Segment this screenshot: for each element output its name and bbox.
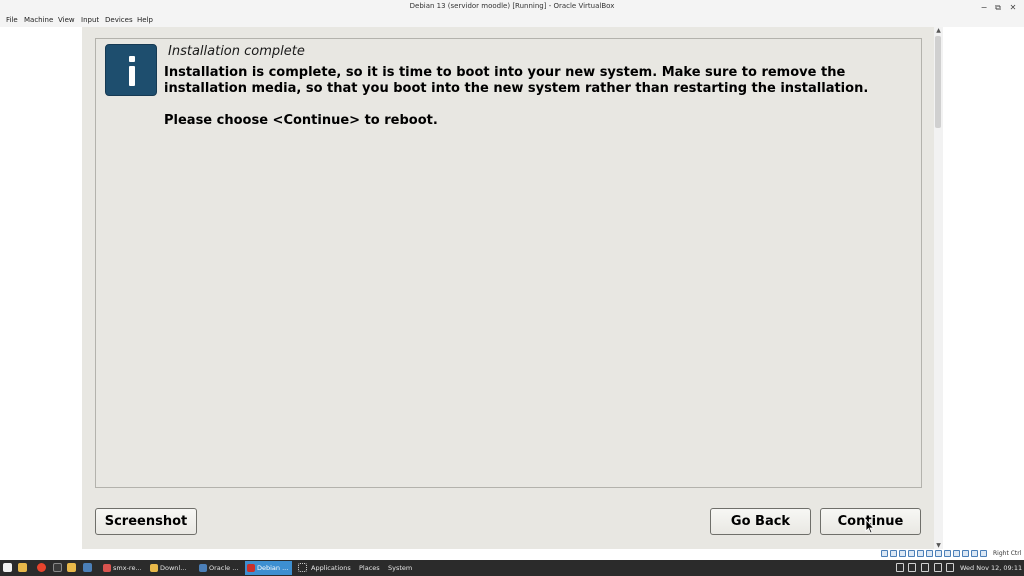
screenshot-button[interactable]: Screenshot — [95, 508, 197, 535]
window-app-icon — [103, 564, 111, 572]
shared-folders-icon[interactable] — [926, 550, 933, 557]
scroll-thumb[interactable] — [935, 36, 941, 128]
folder-icon[interactable] — [67, 563, 76, 572]
terminal-icon[interactable] — [53, 563, 62, 572]
volume-icon[interactable] — [934, 563, 942, 572]
window-title: Debian 13 (servidor moodle) [Running] - … — [409, 2, 615, 10]
clipboard-icon[interactable] — [896, 563, 904, 572]
mouse-integration-icon[interactable] — [962, 550, 969, 557]
network-tray-icon[interactable] — [946, 563, 954, 572]
menu-applications[interactable]: Applications — [311, 561, 351, 575]
notes-icon[interactable] — [908, 563, 916, 572]
info-icon — [105, 44, 157, 96]
cpu-icon[interactable] — [953, 550, 960, 557]
installer-panel — [95, 38, 922, 488]
host-key-icon[interactable] — [980, 550, 987, 557]
recording-icon[interactable] — [944, 550, 951, 557]
display-icon[interactable] — [935, 550, 942, 557]
vbox-statusbar: Right Ctrl — [0, 549, 1024, 560]
network-icon[interactable] — [908, 550, 915, 557]
audio-icon[interactable] — [899, 550, 906, 557]
device-status-icons — [881, 550, 987, 559]
browser-icon[interactable] — [37, 563, 46, 572]
vertical-scrollbar[interactable]: ▲ ▼ — [934, 27, 943, 549]
taskbar-window-3[interactable]: Oracle ... — [197, 561, 242, 575]
panel-title: Installation complete — [168, 44, 305, 59]
menu-places[interactable]: Places — [359, 561, 380, 575]
applications-grid-icon[interactable] — [298, 563, 307, 572]
hard-disk-icon[interactable] — [881, 550, 888, 557]
optical-drive-icon[interactable] — [890, 550, 897, 557]
clock[interactable]: Wed Nov 12, 09:11 — [960, 561, 1022, 575]
taskbar-window-2[interactable]: Downl... — [148, 561, 193, 575]
installation-message: Installation is complete, so it is time … — [164, 65, 869, 96]
shield-icon[interactable] — [921, 563, 929, 572]
taskbar-window-1[interactable]: smx-re... — [101, 561, 146, 575]
menu-file[interactable]: File — [6, 16, 18, 24]
reboot-prompt: Please choose <Continue> to reboot. — [164, 113, 438, 128]
window-app-icon — [150, 564, 158, 572]
menubar: File Machine View Input Devices Help — [0, 15, 1024, 27]
window-titlebar: Debian 13 (servidor moodle) [Running] - … — [0, 0, 1024, 15]
menu-machine[interactable]: Machine — [24, 16, 53, 24]
mouse-cursor-icon — [865, 519, 875, 534]
host-key-label: Right Ctrl — [993, 550, 1022, 557]
menu-view[interactable]: View — [58, 16, 75, 24]
scroll-down-icon[interactable]: ▼ — [934, 542, 943, 549]
start-menu-icon[interactable] — [3, 563, 12, 572]
taskbar-window-4[interactable]: Debian ... — [245, 561, 292, 575]
usb-icon[interactable] — [917, 550, 924, 557]
menu-help[interactable]: Help — [137, 16, 153, 24]
window-app-icon — [199, 564, 207, 572]
menu-input[interactable]: Input — [81, 16, 99, 24]
go-back-button[interactable]: Go Back — [710, 508, 811, 535]
close-icon[interactable]: ✕ — [1006, 1, 1020, 14]
screenshot-tool-icon[interactable] — [83, 563, 92, 572]
keyboard-icon[interactable] — [971, 550, 978, 557]
window-app-icon — [247, 564, 255, 572]
scroll-up-icon[interactable]: ▲ — [934, 27, 943, 34]
taskbar: smx-re... Downl... Oracle ... Debian ...… — [0, 560, 1024, 576]
menu-system[interactable]: System — [388, 561, 412, 575]
file-manager-icon[interactable] — [18, 563, 27, 572]
minimize-icon[interactable]: − — [977, 1, 991, 14]
restore-icon[interactable]: ⧉ — [991, 1, 1005, 14]
menu-devices[interactable]: Devices — [105, 16, 133, 24]
